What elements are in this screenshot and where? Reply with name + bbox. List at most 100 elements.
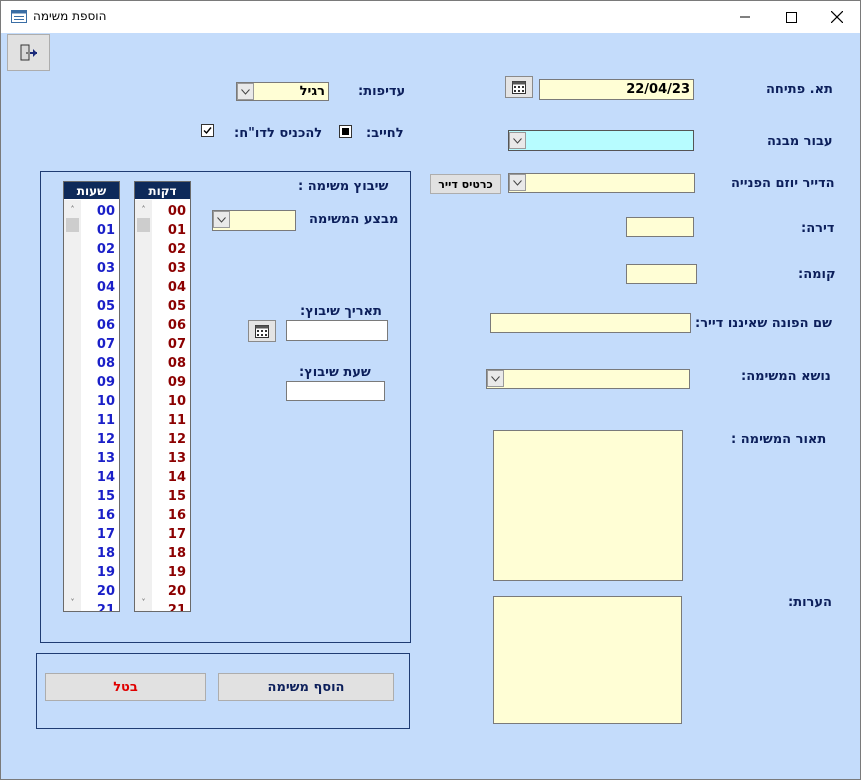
close-button[interactable]: [814, 1, 860, 33]
hours-list-item[interactable]: 18: [81, 544, 115, 563]
subject-select[interactable]: [486, 369, 690, 389]
hours-list-item[interactable]: 10: [81, 392, 115, 411]
priority-label: עדיפות:: [358, 84, 406, 99]
hours-list-item[interactable]: 03: [81, 259, 115, 278]
exit-button[interactable]: [7, 34, 50, 71]
hours-list-item[interactable]: 04: [81, 278, 115, 297]
hours-list-item[interactable]: 21: [81, 601, 115, 611]
minutes-list-item[interactable]: 02: [152, 240, 186, 259]
hours-list-header: שעות: [64, 182, 119, 199]
floor-field[interactable]: [626, 264, 697, 284]
minimize-button[interactable]: [722, 1, 768, 33]
hours-list-item[interactable]: 00: [81, 202, 115, 221]
cancel-button[interactable]: בטל: [45, 673, 206, 701]
minutes-list-item[interactable]: 17: [152, 525, 186, 544]
hours-list-item[interactable]: 06: [81, 316, 115, 335]
calendar-icon: [512, 80, 526, 94]
minutes-list-item[interactable]: 19: [152, 563, 186, 582]
chevron-down-icon: [217, 216, 226, 223]
schedule-title: שיבוץ משימה :: [298, 179, 389, 194]
minutes-list-item[interactable]: 04: [152, 278, 186, 297]
subject-dropdown-button[interactable]: [487, 370, 504, 387]
building-label: עבור מבנה: [767, 134, 833, 149]
schedule-date-calendar-button[interactable]: [248, 320, 276, 342]
charge-checkbox[interactable]: [339, 125, 352, 138]
minutes-list-item[interactable]: 09: [152, 373, 186, 392]
minutes-list-item[interactable]: 21: [152, 601, 186, 611]
minutes-list-item[interactable]: 12: [152, 430, 186, 449]
schedule-date-field[interactable]: [286, 320, 388, 341]
scroll-down-icon[interactable]: ˅: [64, 595, 81, 609]
description-textarea[interactable]: [493, 430, 683, 581]
hours-list-item[interactable]: 08: [81, 354, 115, 373]
hours-list-item[interactable]: 13: [81, 449, 115, 468]
open-date-calendar-button[interactable]: [505, 76, 533, 98]
chevron-down-icon: [513, 179, 522, 186]
minutes-list-item[interactable]: 16: [152, 506, 186, 525]
minutes-list-item[interactable]: 06: [152, 316, 186, 335]
hours-scroll-thumb[interactable]: [66, 218, 79, 232]
building-dropdown-button[interactable]: [509, 132, 526, 149]
hours-list-item[interactable]: 02: [81, 240, 115, 259]
hours-list-item[interactable]: 19: [81, 563, 115, 582]
performer-label: מבצע המשימה: [309, 212, 399, 227]
minutes-list-item[interactable]: 05: [152, 297, 186, 316]
hours-list-item[interactable]: 12: [81, 430, 115, 449]
hours-list-item[interactable]: 15: [81, 487, 115, 506]
minutes-list-item[interactable]: 15: [152, 487, 186, 506]
performer-dropdown-button[interactable]: [213, 211, 230, 228]
add-task-button[interactable]: הוסף משימה: [218, 673, 394, 701]
minutes-list-item[interactable]: 00: [152, 202, 186, 221]
priority-dropdown-button[interactable]: [237, 83, 254, 100]
non-tenant-label: שם הפונה שאיננו דייר:: [695, 316, 832, 331]
hours-list-item[interactable]: 07: [81, 335, 115, 354]
non-tenant-field[interactable]: [490, 313, 691, 333]
minutes-scroll-thumb[interactable]: [137, 218, 150, 232]
tenant-card-button[interactable]: כרטיס דייר: [430, 174, 501, 194]
tenant-select[interactable]: [508, 173, 695, 193]
hours-items: 00 01 02 03 04 05 06 07 08 09 10 11 12 13 14 15 16 17 18 19…: [81, 202, 115, 611]
minutes-list-item[interactable]: 14: [152, 468, 186, 487]
hours-list-item[interactable]: 09: [81, 373, 115, 392]
close-icon: [831, 11, 843, 23]
tenant-dropdown-button[interactable]: [509, 174, 526, 191]
hours-list-item[interactable]: 05: [81, 297, 115, 316]
schedule-time-field[interactable]: [286, 381, 385, 401]
minutes-list-item[interactable]: 07: [152, 335, 186, 354]
charge-label: לחייב:: [366, 126, 404, 141]
hours-list-item[interactable]: 17: [81, 525, 115, 544]
apartment-field[interactable]: [626, 217, 694, 237]
minutes-list-item[interactable]: 11: [152, 411, 186, 430]
minutes-list-item[interactable]: 13: [152, 449, 186, 468]
hours-list-item[interactable]: 11: [81, 411, 115, 430]
exit-door-icon: [20, 44, 37, 60]
minutes-list-header: דקות: [135, 182, 190, 199]
scroll-up-icon[interactable]: ˄: [64, 202, 81, 216]
scroll-down-icon[interactable]: ˅: [135, 595, 152, 609]
building-select[interactable]: [508, 130, 694, 151]
maximize-icon: [785, 11, 797, 23]
scroll-up-icon[interactable]: ˄: [135, 202, 152, 216]
apartment-label: דירה:: [801, 221, 835, 236]
hours-list-item[interactable]: 16: [81, 506, 115, 525]
minutes-list-item[interactable]: 08: [152, 354, 186, 373]
hours-list-item[interactable]: 01: [81, 221, 115, 240]
hours-list[interactable]: שעות ˄ ˅ 00 01 02 03 04 05 06 07 08 09 10 11 12 13 14 1…: [63, 181, 120, 612]
notes-textarea[interactable]: [493, 596, 682, 724]
minutes-list-item[interactable]: 10: [152, 392, 186, 411]
minutes-list[interactable]: דקות ˄ ˅ 00 01 02 03 04 05 06 07 08 09 10 11 12 13 14 1…: [134, 181, 191, 612]
hours-list-item[interactable]: 14: [81, 468, 115, 487]
hours-list-item[interactable]: 20: [81, 582, 115, 601]
include-report-checkbox[interactable]: [201, 124, 214, 137]
subject-label: נושא המשימה:: [741, 369, 831, 384]
hours-scrollbar[interactable]: [64, 200, 81, 611]
open-date-field[interactable]: 22/04/23: [539, 79, 694, 100]
maximize-button[interactable]: [768, 1, 814, 33]
minutes-list-item[interactable]: 18: [152, 544, 186, 563]
minutes-list-item[interactable]: 20: [152, 582, 186, 601]
chevron-down-icon: [491, 375, 500, 382]
minutes-list-item[interactable]: 03: [152, 259, 186, 278]
notes-label: הערות:: [788, 595, 832, 610]
minutes-scrollbar[interactable]: [135, 200, 152, 611]
minutes-list-item[interactable]: 01: [152, 221, 186, 240]
